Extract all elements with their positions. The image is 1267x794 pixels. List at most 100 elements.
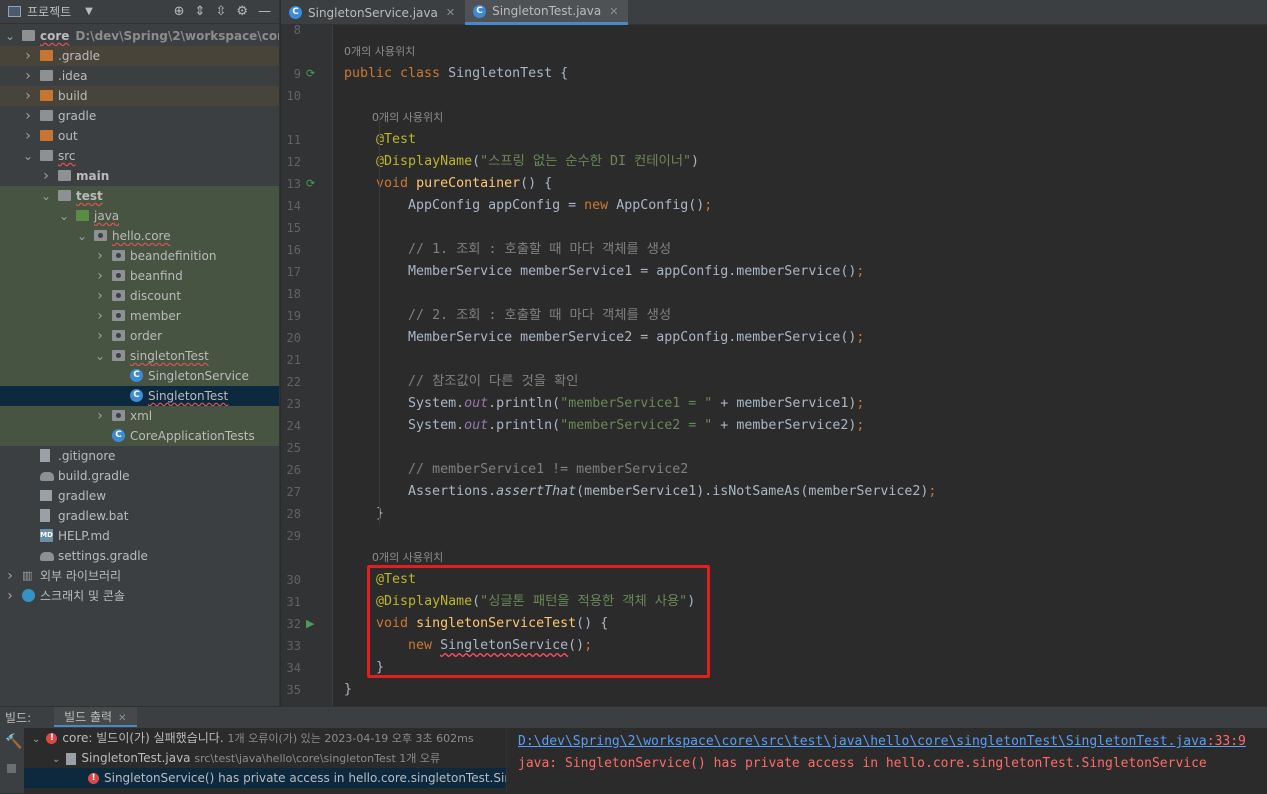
build-row-file[interactable]: ⌄ SingletonTest.java src\test\java\hello\… <box>24 748 506 768</box>
close-icon[interactable]: ✕ <box>118 713 126 724</box>
build-row-core[interactable]: ⌄! core: 빌드이(가) 실패했습니다. 1개 오류이(가) 있는 2023… <box>24 728 506 748</box>
chevron-right-icon[interactable]: › <box>94 406 106 426</box>
output-path[interactable]: D:\dev\Spring\2\workspace\core\src\test\… <box>518 734 1207 749</box>
chevron-down-icon[interactable]: ⌄ <box>32 734 40 745</box>
chevron-down-icon[interactable]: ▼ <box>85 6 93 17</box>
chevron-right-icon[interactable]: › <box>94 246 106 266</box>
chevron-right-icon[interactable]: › <box>40 166 52 186</box>
code-line[interactable]: MemberService memberService2 = appConfig… <box>344 327 864 349</box>
code-line[interactable]: void pureContainer() { <box>344 173 552 195</box>
code-line[interactable]: public class SingletonTest { <box>344 63 568 85</box>
minimize-icon[interactable]: — <box>258 4 271 19</box>
build-toolbar: 🔨 <box>0 728 24 794</box>
chevron-down-icon[interactable]: ⌄ <box>58 206 70 226</box>
tree-item[interactable]: › xml <box>0 406 279 426</box>
code-line[interactable]: } <box>344 679 352 701</box>
chevron-right-icon[interactable]: › <box>22 126 34 146</box>
tree-item[interactable]: › .gradle <box>0 46 279 66</box>
usage-hint[interactable]: 0개의 사용위치 <box>344 107 443 129</box>
editor-tabs: C SingletonService.java ✕ C SingletonTes… <box>281 0 1267 25</box>
tree-item[interactable]: › main <box>0 166 279 186</box>
class-icon: C <box>130 389 143 402</box>
line-number: 17 <box>286 265 301 279</box>
tree-item[interactable]: ⌄ src <box>0 146 279 166</box>
tree-item[interactable]: › out <box>0 126 279 146</box>
tree-item[interactable]: settings.gradle <box>0 546 279 566</box>
tree-item[interactable]: › ▥ 외부 라이브러리 <box>0 566 279 586</box>
chevron-right-icon[interactable]: › <box>22 86 34 106</box>
close-icon[interactable]: ✕ <box>609 5 618 18</box>
usage-hint[interactable]: 0개의 사용위치 <box>344 41 415 63</box>
code-line[interactable]: @DisplayName("스프링 없는 순수한 DI 컨테이너") <box>344 151 699 173</box>
chevron-down-icon[interactable]: ⌄ <box>94 346 106 366</box>
code-line[interactable]: MemberService memberService1 = appConfig… <box>344 261 864 283</box>
chevron-right-icon[interactable]: › <box>22 66 34 86</box>
run-rerun-icon[interactable]: ⟳ <box>306 63 315 85</box>
tree-item[interactable]: MD HELP.md <box>0 526 279 546</box>
run-test-icon[interactable]: ▶ <box>306 613 314 635</box>
tree-item[interactable]: ⌄ java <box>0 206 279 226</box>
chevron-right-icon[interactable]: › <box>22 106 34 126</box>
code-line[interactable]: @Test <box>344 129 416 151</box>
hammer-icon[interactable]: 🔨 <box>5 734 22 750</box>
tree-item[interactable]: gradlew <box>0 486 279 506</box>
code-line[interactable]: // memberService1 != memberService2 <box>344 459 688 481</box>
tree-item[interactable]: C SingletonService <box>0 366 279 386</box>
project-view-icon <box>8 6 21 17</box>
code-line[interactable]: // 1. 조회 : 호출할 때 마다 객체를 생성 <box>344 239 671 261</box>
chevron-right-icon[interactable]: › <box>4 586 16 606</box>
code-line[interactable]: System.out.println("memberService1 = " +… <box>344 393 864 415</box>
project-panel-title[interactable]: 프로젝트 <box>27 3 71 20</box>
tree-item[interactable]: › member <box>0 306 279 326</box>
chevron-down-icon[interactable]: ⌄ <box>52 754 60 765</box>
tree-item[interactable]: › build <box>0 86 279 106</box>
chevron-right-icon[interactable]: › <box>4 566 16 586</box>
tab-singleton-service[interactable]: C SingletonService.java ✕ <box>281 0 465 25</box>
tree-item[interactable]: › discount <box>0 286 279 306</box>
stop-icon[interactable] <box>7 764 16 773</box>
chevron-right-icon[interactable]: › <box>94 286 106 306</box>
tree-item[interactable]: ⌄ core D:\dev\Spring\2\workspace\core <box>0 26 279 46</box>
tree-item[interactable]: build.gradle <box>0 466 279 486</box>
chevron-down-icon[interactable]: ⌄ <box>4 26 16 46</box>
tree-item[interactable]: › .idea <box>0 66 279 86</box>
tree-item[interactable]: › beandefinition <box>0 246 279 266</box>
close-icon[interactable]: ✕ <box>446 6 455 19</box>
code-line[interactable]: Assertions.assertThat(memberService1).is… <box>344 481 936 503</box>
tree-item[interactable]: .gitignore <box>0 446 279 466</box>
build-status-text: core: 빌드이(가) 실패했습니다. <box>62 731 224 745</box>
tree-item[interactable]: C SingletonTest <box>0 386 279 406</box>
chevron-right-icon[interactable]: › <box>94 266 106 286</box>
tree-item[interactable]: › beanfind <box>0 266 279 286</box>
chevron-down-icon[interactable]: ⌄ <box>22 146 34 166</box>
tab-singleton-test[interactable]: C SingletonTest.java ✕ <box>465 0 629 25</box>
run-rerun-icon[interactable]: ⟳ <box>306 173 315 195</box>
tree-item[interactable]: › 스크래치 및 콘솔 <box>0 586 279 606</box>
tree-item[interactable]: › gradle <box>0 106 279 126</box>
collapse-all-icon[interactable]: ⇳ <box>215 4 226 19</box>
tree-item-label: settings.gradle <box>58 549 148 563</box>
code-line[interactable]: AppConfig appConfig = new AppConfig(); <box>344 195 712 217</box>
chevron-right-icon[interactable]: › <box>22 46 34 66</box>
chevron-down-icon[interactable]: ⌄ <box>40 186 52 206</box>
gear-icon[interactable]: ⚙ <box>236 4 248 19</box>
chevron-down-icon[interactable]: ⌄ <box>76 226 88 246</box>
locate-icon[interactable]: ⊕ <box>174 4 185 19</box>
expand-all-icon[interactable]: ⇕ <box>195 4 206 19</box>
chevron-right-icon[interactable]: › <box>94 306 106 326</box>
tree-item[interactable]: gradlew.bat <box>0 506 279 526</box>
tree-item[interactable]: ⌄ test <box>0 186 279 206</box>
code-line[interactable]: // 2. 조회 : 호출할 때 마다 객체를 생성 <box>344 305 671 327</box>
chevron-right-icon[interactable]: › <box>94 326 106 346</box>
output-file-link[interactable]: D:\dev\Spring\2\workspace\core\src\test\… <box>518 732 1267 752</box>
tree-item[interactable]: ⌄ singletonTest <box>0 346 279 366</box>
code-line[interactable]: System.out.println("memberService2 = " +… <box>344 415 864 437</box>
tab-build-output[interactable]: 빌드 출력 ✕ <box>54 707 137 727</box>
tree-item[interactable]: C CoreApplicationTests <box>0 426 279 446</box>
build-row-error[interactable]: ! SingletonService() has private access i… <box>24 768 506 788</box>
tree-item-label: SingletonService <box>148 369 249 383</box>
editor-gutter[interactable]: 89⟳1011◇1213⟳◇14151617181920212223242526… <box>281 23 341 706</box>
tree-item[interactable]: ⌄ hello.core <box>0 226 279 246</box>
project-panel: 프로젝트 ▼ ⊕ ⇕ ⇳ ⚙ — ⌄ core D:\dev\Spring\2\wo… <box>0 0 280 706</box>
tree-item[interactable]: › order <box>0 326 279 346</box>
